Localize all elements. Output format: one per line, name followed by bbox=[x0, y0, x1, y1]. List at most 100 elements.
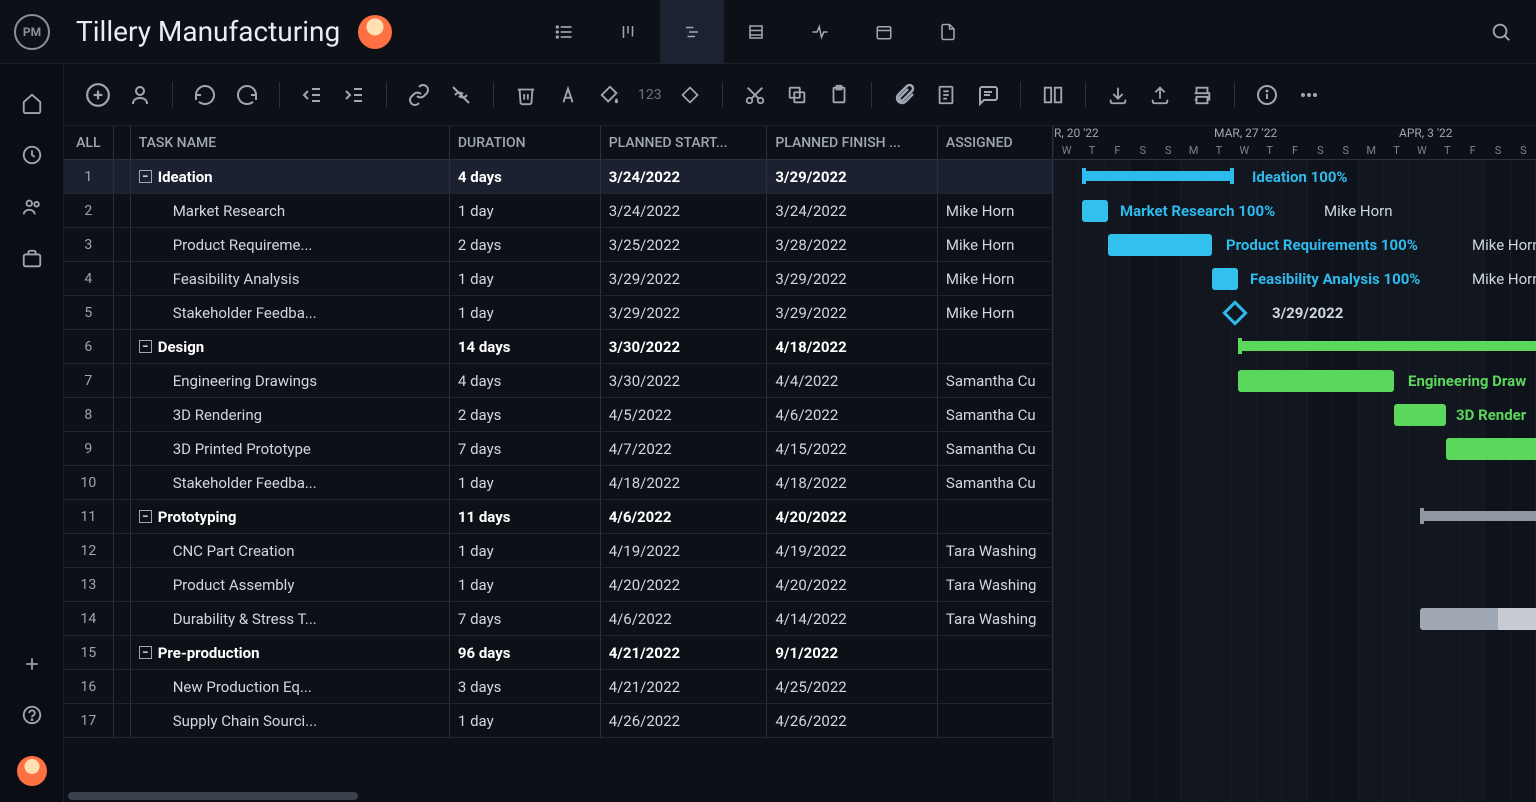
duration-cell[interactable]: 1 day bbox=[450, 466, 601, 499]
info-icon[interactable] bbox=[1253, 81, 1281, 109]
start-cell[interactable]: 3/30/2022 bbox=[601, 364, 768, 397]
duration-cell[interactable]: 2 days bbox=[450, 398, 601, 431]
start-cell[interactable]: 4/19/2022 bbox=[601, 534, 768, 567]
gantt-summary-bar[interactable] bbox=[1082, 171, 1234, 181]
milestone-marker[interactable] bbox=[1222, 300, 1247, 325]
task-name-cell[interactable]: New Production Eq... bbox=[131, 670, 450, 703]
gantt-task-bar[interactable] bbox=[1238, 370, 1394, 392]
app-logo[interactable]: PM bbox=[14, 14, 50, 50]
text-color-icon[interactable] bbox=[554, 81, 582, 109]
duration-cell[interactable]: 1 day bbox=[450, 534, 601, 567]
home-icon[interactable] bbox=[21, 92, 43, 114]
duration-cell[interactable]: 4 days bbox=[450, 160, 601, 193]
user-avatar[interactable] bbox=[17, 756, 47, 786]
table-view-tab[interactable] bbox=[724, 0, 788, 64]
table-row[interactable]: 12CNC Part Creation1 day4/19/20224/19/20… bbox=[64, 534, 1053, 568]
fill-color-icon[interactable] bbox=[596, 81, 624, 109]
task-name-cell[interactable]: −Design bbox=[131, 330, 450, 363]
table-row[interactable]: 11−Prototyping11 days4/6/20224/20/2022 bbox=[64, 500, 1053, 534]
finish-cell[interactable]: 3/24/2022 bbox=[767, 194, 938, 227]
table-row[interactable]: 13Product Assembly1 day4/20/20224/20/202… bbox=[64, 568, 1053, 602]
assign-icon[interactable] bbox=[126, 81, 154, 109]
finish-cell[interactable]: 9/1/2022 bbox=[767, 636, 938, 669]
collapse-icon[interactable]: − bbox=[139, 510, 152, 523]
start-cell[interactable]: 4/26/2022 bbox=[601, 704, 768, 737]
task-name-cell[interactable]: Stakeholder Feedba... bbox=[131, 296, 450, 329]
table-row[interactable]: 83D Rendering2 days4/5/20224/6/2022Saman… bbox=[64, 398, 1053, 432]
cut-icon[interactable] bbox=[741, 81, 769, 109]
notes-icon[interactable] bbox=[932, 81, 960, 109]
assigned-cell[interactable] bbox=[938, 500, 1053, 533]
duration-cell[interactable]: 2 days bbox=[450, 228, 601, 261]
task-name-cell[interactable]: 3D Rendering bbox=[131, 398, 450, 431]
col-assigned[interactable]: ASSIGNED bbox=[938, 126, 1053, 159]
duration-cell[interactable]: 1 day bbox=[450, 296, 601, 329]
wbs-number[interactable]: 123 bbox=[638, 87, 662, 103]
assigned-cell[interactable]: Tara Washing bbox=[938, 568, 1053, 601]
activity-view-tab[interactable] bbox=[788, 0, 852, 64]
start-cell[interactable]: 3/25/2022 bbox=[601, 228, 768, 261]
start-cell[interactable]: 4/6/2022 bbox=[601, 602, 768, 635]
add-icon[interactable] bbox=[22, 654, 42, 674]
redo-icon[interactable] bbox=[233, 81, 261, 109]
assigned-cell[interactable] bbox=[938, 160, 1053, 193]
finish-cell[interactable]: 4/15/2022 bbox=[767, 432, 938, 465]
table-row[interactable]: 10Stakeholder Feedba...1 day4/18/20224/1… bbox=[64, 466, 1053, 500]
finish-cell[interactable]: 4/6/2022 bbox=[767, 398, 938, 431]
task-name-cell[interactable]: Product Assembly bbox=[131, 568, 450, 601]
assigned-cell[interactable] bbox=[938, 636, 1053, 669]
start-cell[interactable]: 3/29/2022 bbox=[601, 262, 768, 295]
project-owner-avatar[interactable] bbox=[358, 15, 392, 49]
assigned-cell[interactable]: Samantha Cu bbox=[938, 398, 1053, 431]
collapse-icon[interactable]: − bbox=[139, 170, 152, 183]
assigned-cell[interactable]: Samantha Cu bbox=[938, 466, 1053, 499]
export-icon[interactable] bbox=[1146, 81, 1174, 109]
duration-cell[interactable]: 7 days bbox=[450, 602, 601, 635]
gantt-task-bar[interactable] bbox=[1420, 608, 1536, 630]
gantt-summary-bar[interactable] bbox=[1420, 511, 1536, 521]
table-row[interactable]: 16New Production Eq...3 days4/21/20224/2… bbox=[64, 670, 1053, 704]
gantt-summary-bar[interactable] bbox=[1238, 341, 1536, 351]
undo-icon[interactable] bbox=[191, 81, 219, 109]
clock-icon[interactable] bbox=[21, 144, 43, 166]
table-row[interactable]: 93D Printed Prototype7 days4/7/20224/15/… bbox=[64, 432, 1053, 466]
finish-cell[interactable]: 4/4/2022 bbox=[767, 364, 938, 397]
start-cell[interactable]: 3/29/2022 bbox=[601, 296, 768, 329]
col-start[interactable]: PLANNED START... bbox=[601, 126, 768, 159]
duration-cell[interactable]: 7 days bbox=[450, 432, 601, 465]
copy-icon[interactable] bbox=[783, 81, 811, 109]
finish-cell[interactable]: 4/19/2022 bbox=[767, 534, 938, 567]
col-finish[interactable]: PLANNED FINISH ... bbox=[767, 126, 938, 159]
duration-cell[interactable]: 14 days bbox=[450, 330, 601, 363]
duration-cell[interactable]: 1 day bbox=[450, 568, 601, 601]
table-row[interactable]: 7Engineering Drawings4 days3/30/20224/4/… bbox=[64, 364, 1053, 398]
task-name-cell[interactable]: Stakeholder Feedba... bbox=[131, 466, 450, 499]
assigned-cell[interactable] bbox=[938, 330, 1053, 363]
start-cell[interactable]: 4/18/2022 bbox=[601, 466, 768, 499]
assigned-cell[interactable]: Tara Washing bbox=[938, 602, 1053, 635]
col-duration[interactable]: DURATION bbox=[450, 126, 601, 159]
gantt-task-bar[interactable] bbox=[1212, 268, 1238, 290]
task-name-cell[interactable]: Supply Chain Sourci... bbox=[131, 704, 450, 737]
link-icon[interactable] bbox=[405, 81, 433, 109]
help-icon[interactable] bbox=[21, 704, 43, 726]
start-cell[interactable]: 4/21/2022 bbox=[601, 670, 768, 703]
table-row[interactable]: 14Durability & Stress T...7 days4/6/2022… bbox=[64, 602, 1053, 636]
columns-icon[interactable] bbox=[1039, 81, 1067, 109]
finish-cell[interactable]: 4/26/2022 bbox=[767, 704, 938, 737]
start-cell[interactable]: 3/24/2022 bbox=[601, 194, 768, 227]
portfolio-icon[interactable] bbox=[21, 248, 43, 270]
document-view-tab[interactable] bbox=[916, 0, 980, 64]
finish-cell[interactable]: 4/18/2022 bbox=[767, 330, 938, 363]
import-icon[interactable] bbox=[1104, 81, 1132, 109]
duration-cell[interactable]: 11 days bbox=[450, 500, 601, 533]
assigned-cell[interactable] bbox=[938, 704, 1053, 737]
task-name-cell[interactable]: −Ideation bbox=[131, 160, 450, 193]
table-row[interactable]: 15−Pre-production96 days4/21/20229/1/202… bbox=[64, 636, 1053, 670]
search-icon[interactable] bbox=[1490, 21, 1512, 43]
unlink-icon[interactable] bbox=[447, 81, 475, 109]
task-name-cell[interactable]: Market Research bbox=[131, 194, 450, 227]
task-name-cell[interactable]: −Pre-production bbox=[131, 636, 450, 669]
duration-cell[interactable]: 3 days bbox=[450, 670, 601, 703]
print-icon[interactable] bbox=[1188, 81, 1216, 109]
